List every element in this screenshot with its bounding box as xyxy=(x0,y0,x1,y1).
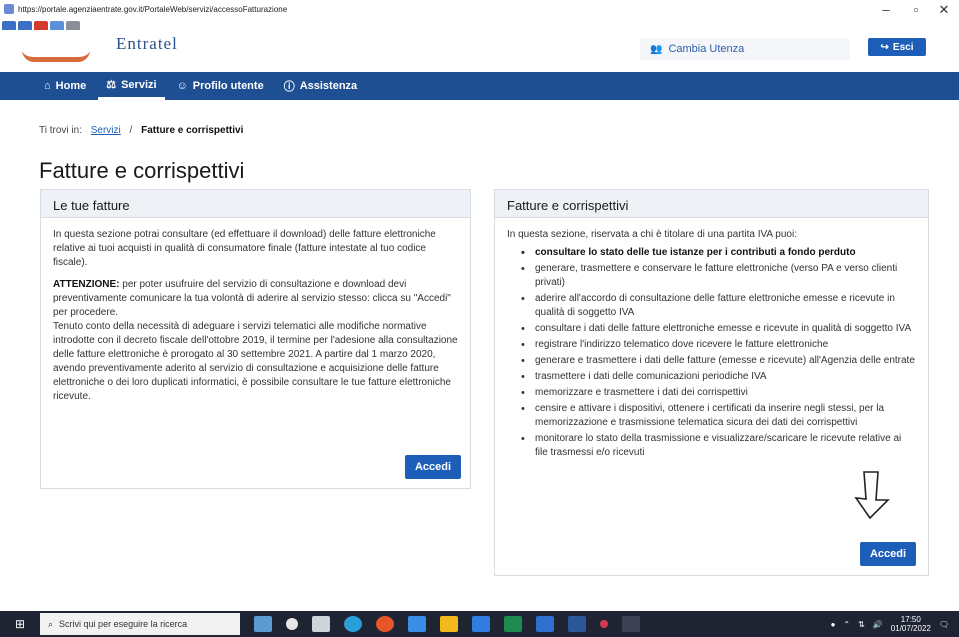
info-icon: ⓘ xyxy=(283,81,295,93)
user-icon: ☺ xyxy=(176,80,188,92)
list-item: consultare i dati delle fatture elettron… xyxy=(521,322,916,336)
home-icon: ⌂ xyxy=(44,80,51,92)
attention-label: ATTENZIONE: xyxy=(53,279,120,290)
logo-text: Entratel xyxy=(116,34,178,53)
page-title: Fatture e corrispettivi xyxy=(39,158,245,183)
outlook-icon[interactable] xyxy=(472,616,490,632)
windows-logo-icon: ⊞ xyxy=(14,617,26,631)
nav-item-label: Home xyxy=(55,80,87,92)
list-item: registrare l'indirizzo telematico dove r… xyxy=(521,338,916,352)
main-navbar: ⌂ Home ⚖ Servizi ☺ Profilo utente ⓘ Assi… xyxy=(0,72,959,100)
card-paragraph-text: Tenuto conto della necessità di adeguare… xyxy=(53,321,458,402)
breadcrumb-separator: / xyxy=(129,125,133,136)
transfer-icon[interactable] xyxy=(622,616,640,632)
minimize-button[interactable]: – xyxy=(876,2,896,17)
list-item: memorizzare e trasmettere i dati dei cor… xyxy=(521,386,916,400)
nav-item-profilo-utente[interactable]: ☺ Profilo utente xyxy=(169,72,272,100)
system-tray: ● ⌃ ⇅ 🔊 17:50 01/07/2022 🗨 xyxy=(831,615,949,633)
list-item: generare, trasmettere e conservare le fa… xyxy=(521,262,916,290)
address-bar-url[interactable]: https://portale.agenziaentrate.gov.it/Po… xyxy=(18,5,287,14)
list-item: monitorare lo stato della trasmissione e… xyxy=(521,432,916,460)
windows-start-button[interactable]: ⊞ xyxy=(0,611,40,637)
down-arrow-annotation-icon xyxy=(854,471,890,520)
card-intro: In questa sezione, riservata a chi è tit… xyxy=(507,229,797,240)
favicon-icon xyxy=(4,4,14,14)
esci-button[interactable]: ↪ Esci xyxy=(868,38,926,56)
cortana-icon[interactable] xyxy=(286,618,298,630)
clock[interactable]: 17:50 01/07/2022 xyxy=(891,615,931,633)
close-button[interactable]: ✕ xyxy=(934,2,954,18)
nav-item-label: Profilo utente xyxy=(192,80,264,92)
cambia-utenza-button[interactable]: 👥 Cambia Utenza xyxy=(640,38,850,60)
volume-icon[interactable]: 🔊 xyxy=(873,620,883,629)
accedi-button-le-tue-fatture[interactable]: Accedi xyxy=(405,455,461,479)
list-item: generare e trasmettere i dati delle fatt… xyxy=(521,354,916,368)
firefox-icon[interactable] xyxy=(376,616,394,632)
card-paragraph: ATTENZIONE: per poter usufruire del serv… xyxy=(53,278,458,404)
esci-label: Esci xyxy=(892,41,914,53)
clock-time: 17:50 xyxy=(900,615,921,624)
browser-titlebar: https://portale.agenziaentrate.gov.it/Po… xyxy=(0,0,959,22)
breadcrumb-prefix: Ti trovi in: xyxy=(39,125,82,136)
app-icon[interactable] xyxy=(600,620,608,628)
card-body: In questa sezione, riservata a chi è tit… xyxy=(495,218,928,472)
network-icon[interactable]: ⇅ xyxy=(858,620,865,629)
nav-item-label: Assistenza xyxy=(299,80,358,92)
excel-icon[interactable] xyxy=(504,616,522,632)
breadcrumb: Ti trovi in: Servizi / Fatture e corrisp… xyxy=(39,125,243,136)
mail-icon[interactable] xyxy=(536,616,554,632)
logout-icon: ↪ xyxy=(880,41,889,53)
chevron-up-icon[interactable]: ⌃ xyxy=(843,620,850,629)
card-title: Le tue fatture xyxy=(41,190,470,218)
nav-item-assistenza[interactable]: ⓘ Assistenza xyxy=(276,72,365,100)
word-icon[interactable] xyxy=(568,616,586,632)
list-item: aderire all'accordo di consultazione del… xyxy=(521,292,916,320)
edge-icon[interactable] xyxy=(344,616,362,632)
handshake-icon: ⚖ xyxy=(106,79,117,91)
nav-item-home[interactable]: ⌂ Home xyxy=(36,72,94,100)
list-item: consultare lo stato delle tue istanze pe… xyxy=(521,246,916,260)
taskbar-search-placeholder: Scrivi qui per eseguire la ricerca xyxy=(59,619,188,629)
breadcrumb-link-servizi[interactable]: Servizi xyxy=(91,125,121,136)
cambia-utenza-label: Cambia Utenza xyxy=(668,43,745,55)
card-le-tue-fatture: Le tue fatture In questa sezione potrai … xyxy=(40,189,471,489)
card-paragraph: In questa sezione potrai consultare (ed … xyxy=(53,229,436,268)
nav-item-label: Servizi xyxy=(121,78,157,91)
internet-explorer-icon[interactable] xyxy=(408,616,426,632)
logo-swoosh-icon xyxy=(22,50,90,62)
list-item: censire e attivare i dispositivi, ottene… xyxy=(521,402,916,430)
list-item: trasmettere i dati delle comunicazioni p… xyxy=(521,370,916,384)
nav-item-servizi[interactable]: ⚖ Servizi xyxy=(98,72,165,100)
services-list: consultare lo stato delle tue istanze pe… xyxy=(507,246,916,460)
card-body: In questa sezione potrai consultare (ed … xyxy=(41,218,470,422)
search-icon: ⌕ xyxy=(48,618,54,629)
maximize-button[interactable]: ▫ xyxy=(906,2,926,17)
file-explorer-icon[interactable] xyxy=(440,616,458,632)
windows-taskbar: ⊞ ⌕ Scrivi qui per eseguire la ricerca ●… xyxy=(0,611,959,637)
clock-date: 01/07/2022 xyxy=(890,624,931,633)
notifications-icon[interactable]: 🗨 xyxy=(939,620,949,629)
tray-app-icon[interactable]: ● xyxy=(831,620,836,629)
users-icon: 👥 xyxy=(650,43,663,55)
accedi-button-fatture-e-corrispettivi[interactable]: Accedi xyxy=(860,542,916,566)
taskbar-search-input[interactable]: ⌕ Scrivi qui per eseguire la ricerca xyxy=(40,613,240,635)
card-title: Fatture e corrispettivi xyxy=(495,190,928,218)
task-view-icon[interactable] xyxy=(312,616,330,632)
breadcrumb-current: Fatture e corrispettivi xyxy=(141,125,244,136)
site-header: Entratel 👥 Cambia Utenza ↪ Esci xyxy=(0,30,959,72)
weather-widget-icon[interactable] xyxy=(254,616,272,632)
